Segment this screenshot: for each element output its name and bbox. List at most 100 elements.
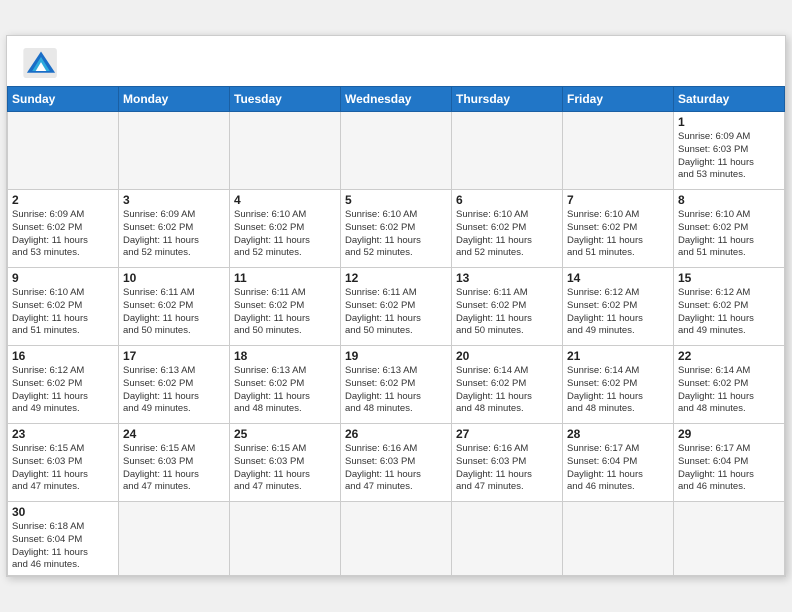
day-info: Sunrise: 6:15 AM Sunset: 6:03 PM Dayligh…: [123, 443, 225, 494]
day-number: 4: [234, 193, 336, 207]
day-info: Sunrise: 6:15 AM Sunset: 6:03 PM Dayligh…: [234, 443, 336, 494]
calendar-week-2: 2 Sunrise: 6:09 AM Sunset: 6:02 PM Daylig…: [8, 189, 785, 267]
day-number: 26: [345, 427, 447, 441]
day-number: 21: [567, 349, 669, 363]
day-info: Sunrise: 6:16 AM Sunset: 6:03 PM Dayligh…: [456, 443, 558, 494]
day-info: Sunrise: 6:15 AM Sunset: 6:03 PM Dayligh…: [12, 443, 114, 494]
calendar-cell: 9Sunrise: 6:10 AM Sunset: 6:02 PM Daylig…: [8, 267, 119, 345]
calendar-container: SundayMondayTuesdayWednesdayThursdayFrid…: [6, 35, 786, 577]
calendar-cell: 8Sunrise: 6:10 AM Sunset: 6:02 PM Daylig…: [674, 189, 785, 267]
calendar-cell: 14 Sunrise: 6:12 AM Sunset: 6:02 PM Dayli…: [563, 267, 674, 345]
calendar-cell: 3 Sunrise: 6:09 AM Sunset: 6:02 PM Daylig…: [119, 189, 230, 267]
calendar-header: [7, 36, 785, 86]
day-number: 18: [234, 349, 336, 363]
day-number: 14: [567, 271, 669, 285]
day-number: 25: [234, 427, 336, 441]
day-info: Sunrise: 6:10 AM Sunset: 6:02 PM Dayligh…: [678, 209, 780, 260]
day-info: Sunrise: 6:09 AM Sunset: 6:02 PM Dayligh…: [123, 209, 225, 260]
calendar-cell: [341, 111, 452, 189]
day-info: Sunrise: 6:10 AM Sunset: 6:02 PM Dayligh…: [234, 209, 336, 260]
calendar-cell: 5 Sunrise: 6:10 AM Sunset: 6:02 PM Daylig…: [341, 189, 452, 267]
day-info: Sunrise: 6:09 AM Sunset: 6:03 PM Dayligh…: [678, 131, 780, 182]
day-number: 23: [12, 427, 114, 441]
calendar-cell: 30 Sunrise: 6:18 AM Sunset: 6:04 PM Dayli…: [8, 501, 119, 575]
day-info: Sunrise: 6:10 AM Sunset: 6:02 PM Dayligh…: [456, 209, 558, 260]
calendar-cell: 24 Sunrise: 6:15 AM Sunset: 6:03 PM Dayli…: [119, 423, 230, 501]
day-number: 29: [678, 427, 780, 441]
day-number: 20: [456, 349, 558, 363]
calendar-cell: [8, 111, 119, 189]
calendar-cell: 10Sunrise: 6:11 AM Sunset: 6:02 PM Dayli…: [119, 267, 230, 345]
day-number: 11: [234, 271, 336, 285]
calendar-cell: [563, 111, 674, 189]
calendar-cell: 11 Sunrise: 6:11 AM Sunset: 6:02 PM Dayli…: [230, 267, 341, 345]
calendar-cell: 26 Sunrise: 6:16 AM Sunset: 6:03 PM Dayli…: [341, 423, 452, 501]
calendar-cell: [563, 501, 674, 575]
calendar-cell: [119, 501, 230, 575]
calendar-cell: 27Sunrise: 6:16 AM Sunset: 6:03 PM Dayli…: [452, 423, 563, 501]
calendar-cell: 20 Sunrise: 6:14 AM Sunset: 6:02 PM Dayli…: [452, 345, 563, 423]
calendar-cell: 25 Sunrise: 6:15 AM Sunset: 6:03 PM Dayli…: [230, 423, 341, 501]
day-info: Sunrise: 6:18 AM Sunset: 6:04 PM Dayligh…: [12, 521, 114, 572]
calendar-cell: 22Sunrise: 6:14 AM Sunset: 6:02 PM Dayli…: [674, 345, 785, 423]
calendar-week-5: 23 Sunrise: 6:15 AM Sunset: 6:03 PM Dayli…: [8, 423, 785, 501]
calendar-table: SundayMondayTuesdayWednesdayThursdayFrid…: [7, 86, 785, 576]
calendar-cell: 12Sunrise: 6:11 AM Sunset: 6:02 PM Dayli…: [341, 267, 452, 345]
calendar-week-1: 1 Sunrise: 6:09 AM Sunset: 6:03 PM Daylig…: [8, 111, 785, 189]
day-number: 3: [123, 193, 225, 207]
day-info: Sunrise: 6:11 AM Sunset: 6:02 PM Dayligh…: [234, 287, 336, 338]
weekday-wednesday: Wednesday: [341, 86, 452, 111]
day-number: 19: [345, 349, 447, 363]
day-info: Sunrise: 6:14 AM Sunset: 6:02 PM Dayligh…: [567, 365, 669, 416]
day-info: Sunrise: 6:17 AM Sunset: 6:04 PM Dayligh…: [567, 443, 669, 494]
calendar-cell: 1 Sunrise: 6:09 AM Sunset: 6:03 PM Daylig…: [674, 111, 785, 189]
day-info: Sunrise: 6:10 AM Sunset: 6:02 PM Dayligh…: [345, 209, 447, 260]
calendar-cell: [452, 501, 563, 575]
day-number: 13: [456, 271, 558, 285]
day-info: Sunrise: 6:14 AM Sunset: 6:02 PM Dayligh…: [678, 365, 780, 416]
day-number: 2: [12, 193, 114, 207]
day-info: Sunrise: 6:16 AM Sunset: 6:03 PM Dayligh…: [345, 443, 447, 494]
calendar-week-6: 30 Sunrise: 6:18 AM Sunset: 6:04 PM Dayli…: [8, 501, 785, 575]
calendar-cell: 29 Sunrise: 6:17 AM Sunset: 6:04 PM Dayli…: [674, 423, 785, 501]
calendar-cell: 15 Sunrise: 6:12 AM Sunset: 6:02 PM Dayli…: [674, 267, 785, 345]
day-number: 28: [567, 427, 669, 441]
day-number: 15: [678, 271, 780, 285]
calendar-cell: 4 Sunrise: 6:10 AM Sunset: 6:02 PM Daylig…: [230, 189, 341, 267]
calendar-cell: 16Sunrise: 6:12 AM Sunset: 6:02 PM Dayli…: [8, 345, 119, 423]
day-info: Sunrise: 6:11 AM Sunset: 6:02 PM Dayligh…: [345, 287, 447, 338]
day-info: Sunrise: 6:10 AM Sunset: 6:02 PM Dayligh…: [567, 209, 669, 260]
calendar-cell: 21 Sunrise: 6:14 AM Sunset: 6:02 PM Dayli…: [563, 345, 674, 423]
logo: [23, 48, 65, 78]
calendar-cell: [674, 501, 785, 575]
weekday-monday: Monday: [119, 86, 230, 111]
day-number: 10: [123, 271, 225, 285]
day-info: Sunrise: 6:13 AM Sunset: 6:02 PM Dayligh…: [123, 365, 225, 416]
day-info: Sunrise: 6:12 AM Sunset: 6:02 PM Dayligh…: [567, 287, 669, 338]
day-number: 16: [12, 349, 114, 363]
day-info: Sunrise: 6:11 AM Sunset: 6:02 PM Dayligh…: [456, 287, 558, 338]
day-info: Sunrise: 6:17 AM Sunset: 6:04 PM Dayligh…: [678, 443, 780, 494]
day-info: Sunrise: 6:09 AM Sunset: 6:02 PM Dayligh…: [12, 209, 114, 260]
calendar-cell: 2 Sunrise: 6:09 AM Sunset: 6:02 PM Daylig…: [8, 189, 119, 267]
day-number: 24: [123, 427, 225, 441]
calendar-cell: 17Sunrise: 6:13 AM Sunset: 6:02 PM Dayli…: [119, 345, 230, 423]
calendar-week-3: 9Sunrise: 6:10 AM Sunset: 6:02 PM Daylig…: [8, 267, 785, 345]
day-info: Sunrise: 6:13 AM Sunset: 6:02 PM Dayligh…: [345, 365, 447, 416]
weekday-friday: Friday: [563, 86, 674, 111]
day-number: 5: [345, 193, 447, 207]
calendar-cell: 19 Sunrise: 6:13 AM Sunset: 6:02 PM Dayli…: [341, 345, 452, 423]
day-number: 1: [678, 115, 780, 129]
weekday-thursday: Thursday: [452, 86, 563, 111]
logo-icon: [23, 48, 59, 78]
calendar-cell: 23 Sunrise: 6:15 AM Sunset: 6:03 PM Dayli…: [8, 423, 119, 501]
calendar-cell: 7 Sunrise: 6:10 AM Sunset: 6:02 PM Daylig…: [563, 189, 674, 267]
day-number: 6: [456, 193, 558, 207]
day-number: 30: [12, 505, 114, 519]
day-number: 7: [567, 193, 669, 207]
weekday-sunday: Sunday: [8, 86, 119, 111]
day-info: Sunrise: 6:14 AM Sunset: 6:02 PM Dayligh…: [456, 365, 558, 416]
calendar-cell: [230, 111, 341, 189]
calendar-cell: [341, 501, 452, 575]
day-info: Sunrise: 6:12 AM Sunset: 6:02 PM Dayligh…: [678, 287, 780, 338]
